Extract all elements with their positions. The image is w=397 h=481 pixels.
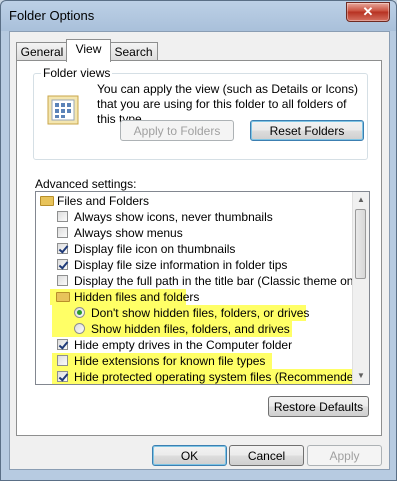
- tab-general[interactable]: General: [16, 42, 68, 61]
- list-item-label: Display file icon on thumbnails: [74, 242, 236, 256]
- checkbox[interactable]: [57, 275, 68, 286]
- window-title: Folder Options: [9, 8, 95, 23]
- scrollbar-thumb[interactable]: [355, 209, 366, 279]
- reset-folders-button[interactable]: Reset Folders: [250, 120, 364, 141]
- scroll-down-arrow-icon[interactable]: ▼: [355, 370, 367, 382]
- list-item-hidden-files-and-folders: Hidden files and folders: [50, 289, 199, 305]
- advanced-settings-list[interactable]: Files and Folders Always show icons, nev…: [35, 191, 370, 385]
- vertical-scrollbar[interactable]: ▲ ▼: [352, 192, 369, 384]
- apply-button[interactable]: Apply: [307, 445, 382, 466]
- list-item-label: Display file size information in folder …: [74, 258, 288, 272]
- list-item-hide-extensions[interactable]: Hide extensions for known file types: [52, 353, 272, 369]
- checkbox-checked[interactable]: [57, 243, 68, 254]
- list-item-hide-protected-files[interactable]: Hide protected operating system files (R…: [52, 369, 364, 384]
- folder-views-group: Folder views You can apply the view (suc…: [33, 66, 368, 160]
- tab-search[interactable]: Search: [109, 42, 158, 61]
- list-item-label: Always show icons, never thumbnails: [74, 210, 273, 224]
- list-item-label: Always show menus: [74, 226, 183, 240]
- list-item-label: Show hidden files, folders, and drives: [91, 322, 290, 336]
- checkbox[interactable]: [57, 211, 68, 222]
- cancel-button[interactable]: Cancel: [229, 445, 304, 466]
- close-button[interactable]: ✕: [346, 2, 390, 22]
- list-item-label: Hide extensions for known file types: [74, 354, 266, 368]
- scroll-up-arrow-icon[interactable]: ▲: [355, 194, 367, 206]
- title-bar[interactable]: Folder Options ✕: [1, 1, 396, 31]
- folder-views-label: Folder views: [41, 66, 113, 80]
- radio[interactable]: [74, 323, 85, 334]
- list-item-show-hidden[interactable]: Show hidden files, folders, and drives: [52, 321, 292, 337]
- checkbox-checked[interactable]: [57, 339, 68, 350]
- advanced-settings-label: Advanced settings:: [35, 177, 137, 191]
- view-tab-panel: Folder views You can apply the view (suc…: [16, 60, 382, 436]
- ok-button[interactable]: OK: [152, 445, 227, 466]
- tab-view[interactable]: View: [66, 39, 111, 62]
- list-item-label: Hide empty drives in the Computer folder: [74, 338, 293, 352]
- apply-to-folders-button[interactable]: Apply to Folders: [120, 120, 234, 141]
- checkbox[interactable]: [57, 355, 68, 366]
- checkbox[interactable]: [57, 227, 68, 238]
- folder-views-icon: [47, 95, 79, 125]
- list-item-label: Hide protected operating system files (R…: [74, 370, 365, 384]
- list-item-label: Files and Folders: [57, 194, 150, 208]
- folder-options-window: Folder Options ✕ General View Search Fol…: [0, 0, 397, 481]
- list-item-label: Display the full path in the title bar (…: [74, 274, 367, 288]
- dialog-client-area: General View Search Folder views You can…: [9, 31, 390, 470]
- list-item-label: Don't show hidden files, folders, or dri…: [91, 306, 310, 320]
- list-item-label: Hidden files and folders: [74, 290, 200, 304]
- checkbox-checked[interactable]: [57, 371, 68, 382]
- folder-icon: [40, 196, 54, 206]
- folder-icon: [56, 292, 70, 302]
- checkbox-checked[interactable]: [57, 259, 68, 270]
- list-item-dont-show-hidden[interactable]: Don't show hidden files, folders, or dri…: [52, 305, 310, 321]
- restore-defaults-button[interactable]: Restore Defaults: [268, 396, 369, 417]
- radio-selected[interactable]: [74, 307, 85, 318]
